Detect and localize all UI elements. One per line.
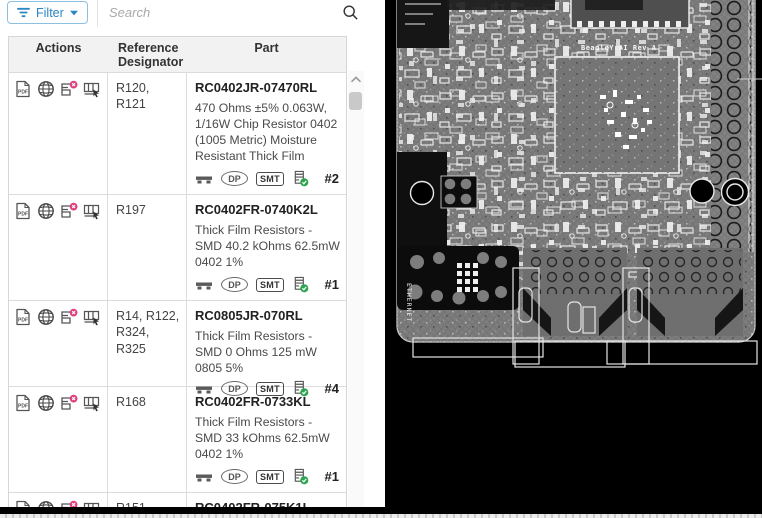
window-edge xyxy=(0,514,762,518)
mounting-hole xyxy=(411,182,434,205)
bottom-bar xyxy=(0,507,762,514)
pin-header xyxy=(441,176,477,208)
board-silkscreen-title: BeagleY.AI Rev A xyxy=(581,44,657,52)
table-scrollbar[interactable] xyxy=(348,71,364,507)
web-datasheet-icon[interactable] xyxy=(37,500,55,507)
scrollbar-thumb[interactable] xyxy=(349,92,362,110)
pcb-viewport[interactable]: BeagleY.AI Rev A J19 xyxy=(385,0,762,518)
dp-badge: DP xyxy=(221,469,248,484)
pcb-board: BeagleY.AI Rev A J19 xyxy=(397,0,762,367)
pcb-canvas: BeagleY.AI Rev A J19 xyxy=(385,0,762,518)
pdf-datasheet-icon[interactable] xyxy=(14,308,32,326)
place-part-icon[interactable] xyxy=(83,394,101,412)
smt-badge: SMT xyxy=(256,278,284,292)
bom-panel: Filter Search Actions Reference Designat… xyxy=(0,0,385,518)
soc-footprint xyxy=(555,57,679,173)
reference-designators: R151, R156 xyxy=(108,493,187,507)
footprint-icon xyxy=(195,279,213,291)
search-icon[interactable] xyxy=(342,4,359,21)
part-instance-count: #2 xyxy=(325,171,339,186)
bom-table: Actions Reference Designator Part R120, … xyxy=(8,36,347,507)
place-part-icon[interactable] xyxy=(83,80,101,98)
usb-connector xyxy=(637,248,743,336)
web-datasheet-icon[interactable] xyxy=(37,308,55,326)
web-datasheet-icon[interactable] xyxy=(37,202,55,220)
pdf-datasheet-icon[interactable] xyxy=(14,202,32,220)
reference-designators: R120, R121 xyxy=(108,73,187,194)
part-number[interactable]: RC0805JR-070RL xyxy=(195,308,342,323)
smt-badge: SMT xyxy=(256,470,284,484)
column-header-part: Part xyxy=(187,37,346,72)
part-number[interactable]: RC0402FR-0733KL xyxy=(195,394,342,409)
table-header: Actions Reference Designator Part xyxy=(9,37,346,73)
reference-designators: R168 xyxy=(108,387,187,492)
pdf-datasheet-icon[interactable] xyxy=(14,80,32,98)
funnel-icon xyxy=(17,7,30,18)
web-datasheet-icon[interactable] xyxy=(37,80,55,98)
smt-badge: SMT xyxy=(256,172,284,186)
table-row[interactable]: R197 RC0402FR-0740K2L Thick Film Resisto… xyxy=(9,195,346,301)
place-part-icon[interactable] xyxy=(83,308,101,326)
part-description: Thick Film Resistors - SMD 40.2 kOhms 62… xyxy=(195,222,342,270)
part-description: Thick Film Resistors - SMD 0 Ohms 125 mW… xyxy=(195,328,342,376)
dp-badge: DP xyxy=(221,171,248,186)
reference-designators: R197 xyxy=(108,195,187,300)
pdf-datasheet-icon[interactable] xyxy=(14,394,32,412)
remove-part-icon[interactable] xyxy=(60,308,78,326)
part-description: Thick Film Resistors - SMD 33 kOhms 62.5… xyxy=(195,414,342,462)
remove-part-icon[interactable] xyxy=(60,202,78,220)
search-placeholder: Search xyxy=(109,5,150,20)
bom-check-icon xyxy=(292,170,309,187)
part-instance-count: #1 xyxy=(325,469,339,484)
mounting-hole xyxy=(722,179,749,206)
remove-part-icon[interactable] xyxy=(60,80,78,98)
table-row[interactable]: R168 RC0402FR-0733KL Thick Film Resistor… xyxy=(9,387,346,493)
table-row[interactable]: R151, R156 RC0402FR-075K1L 5.1 kOhms ±1%… xyxy=(9,493,346,507)
bom-check-icon xyxy=(292,276,309,293)
remove-part-icon[interactable] xyxy=(60,500,78,507)
scroll-up-button[interactable] xyxy=(348,71,364,87)
footprint-icon xyxy=(195,471,213,483)
filter-button[interactable]: Filter xyxy=(7,1,88,24)
dp-badge: DP xyxy=(221,277,248,292)
column-header-actions: Actions xyxy=(9,37,108,72)
place-part-icon[interactable] xyxy=(83,202,101,220)
remove-part-icon[interactable] xyxy=(60,394,78,412)
part-description: 470 Ohms ±5% 0.063W, 1/16W Chip Resistor… xyxy=(195,100,342,164)
web-datasheet-icon[interactable] xyxy=(37,394,55,412)
place-part-icon[interactable] xyxy=(83,500,101,507)
ethernet-label: ETHERNET xyxy=(405,283,413,322)
column-header-reference-designator: Reference Designator xyxy=(108,37,187,72)
mounting-hole xyxy=(690,179,714,203)
part-instance-count: #1 xyxy=(325,277,339,292)
pcb-module xyxy=(571,0,689,28)
table-row[interactable]: R14, R122, R324, R325 RC0805JR-070RL Thi… xyxy=(9,301,346,387)
pdf-datasheet-icon[interactable] xyxy=(14,500,32,507)
part-number[interactable]: RC0402JR-07470RL xyxy=(195,80,342,95)
caret-down-icon xyxy=(70,10,78,16)
table-row[interactable]: R120, R121 RC0402JR-07470RL 470 Ohms ±5%… xyxy=(9,73,346,195)
search-input[interactable]: Search xyxy=(97,0,361,27)
filter-button-label: Filter xyxy=(36,6,64,20)
part-number[interactable]: RC0402FR-0740K2L xyxy=(195,202,342,217)
part-number[interactable]: RC0402FR-075K1L xyxy=(195,500,342,507)
chevron-up-icon xyxy=(350,76,362,83)
bom-check-icon xyxy=(292,468,309,485)
footprint-icon xyxy=(195,173,213,185)
